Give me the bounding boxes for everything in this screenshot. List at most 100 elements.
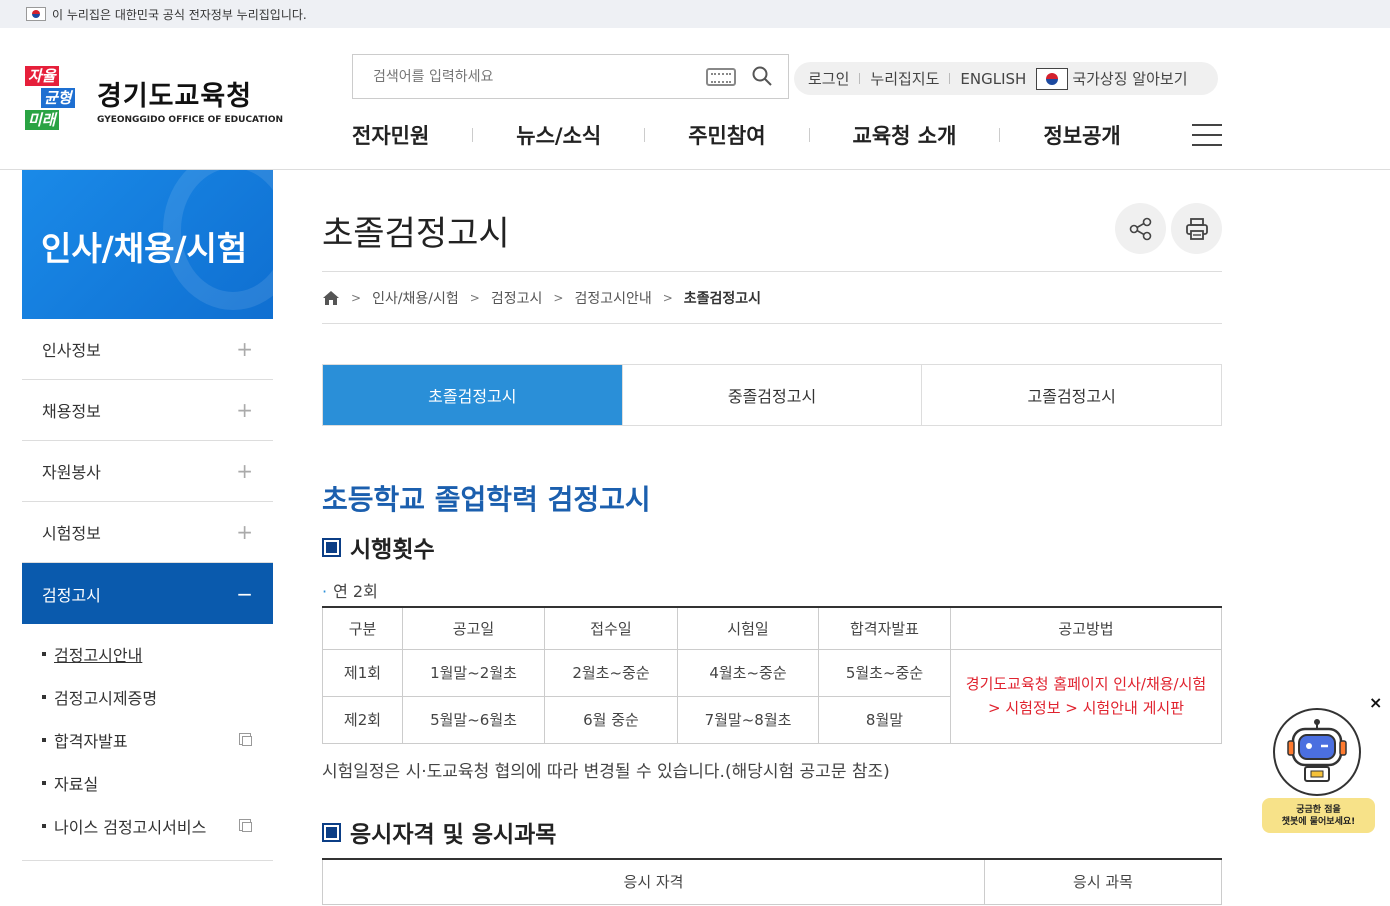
table-cell: 제2회: [322, 695, 403, 744]
exam-tabs: 초졸검정고시 중졸검정고시 고졸검정고시: [322, 364, 1222, 426]
korea-flag-icon: [26, 7, 46, 21]
sitemap-link[interactable]: 누리집지도: [870, 68, 939, 89]
hamburger-menu-icon[interactable]: [1192, 124, 1222, 146]
share-button[interactable]: [1115, 203, 1166, 254]
submenu-label: 검정고시안내: [54, 645, 143, 665]
breadcrumb-item[interactable]: 검정고시: [491, 288, 543, 308]
nav-item-about[interactable]: 교육청 소개: [853, 120, 957, 150]
nav-item-news[interactable]: 뉴스/소식: [516, 120, 601, 150]
submenu-item-guide[interactable]: 검정고시안내: [22, 632, 273, 675]
plus-icon: +: [236, 520, 253, 544]
keyboard-icon[interactable]: [706, 68, 736, 86]
submenu-label: 자료실: [54, 774, 99, 794]
submenu-item-certificate[interactable]: 검정고시제증명: [22, 675, 273, 718]
logo-english: GYEONGGIDO OFFICE OF EDUCATION: [97, 114, 283, 125]
section-heading: 초등학교 졸업학력 검정고시: [322, 483, 651, 516]
table-header-row: 구분 공고일 접수일 시험일 합격자발표 공고방법: [322, 606, 1222, 650]
submenu-item-archive[interactable]: 자료실: [22, 761, 273, 804]
submenu-label: 검정고시제증명: [54, 688, 158, 708]
table-cell: 제1회: [322, 648, 403, 697]
sidebar-item-label: 인사정보: [42, 341, 101, 360]
plus-icon: +: [236, 459, 253, 483]
submenu-item-neis-service[interactable]: 나이스 검정고시서비스: [22, 804, 273, 847]
breadcrumb-item[interactable]: 검정고시안내: [574, 288, 651, 308]
robot-icon: [1273, 708, 1361, 796]
home-icon[interactable]: [322, 290, 340, 306]
submenu-item-results[interactable]: 합격자발표: [22, 718, 273, 761]
search-box: [352, 54, 789, 99]
plus-icon: +: [236, 337, 253, 361]
new-window-icon: [239, 733, 252, 746]
logo-mark-1: 자율: [25, 66, 59, 86]
schedule-note: 시험일정은 시·도교육청 협의에 따라 변경될 수 있습니다.(해당시험 공고문…: [322, 762, 890, 782]
chatbot-message: 궁금한 점을 챗봇에 물어보세요!: [1262, 798, 1375, 833]
column-header: 응시 과목: [984, 858, 1222, 905]
sidebar-header: 인사/채용/시험: [22, 170, 273, 319]
sidebar-item-qualification-exam[interactable]: 검정고시 −: [22, 563, 273, 624]
breadcrumb-current: 초졸검정고시: [683, 290, 762, 307]
sidebar-item-exam-info[interactable]: 시험정보 +: [22, 502, 273, 563]
nav-item-participation[interactable]: 주민참여: [688, 120, 765, 150]
minus-icon: −: [236, 581, 253, 606]
logo-mark-2: 균형: [41, 88, 75, 108]
table-cell: 1월말~2월초: [402, 648, 545, 697]
tab-middle[interactable]: 중졸검정고시: [621, 365, 922, 425]
sidebar-item-label: 채용정보: [42, 402, 101, 421]
submenu-label: 나이스 검정고시서비스: [54, 817, 207, 837]
chatbot-line-2: 챗봇에 물어보세요!: [1281, 817, 1356, 827]
sidebar-submenu: 검정고시안내 검정고시제증명 합격자발표 자료실 나이스 검정고시서비스: [22, 632, 273, 861]
table-cell: 8월말: [818, 695, 951, 744]
english-link[interactable]: ENGLISH: [960, 70, 1026, 88]
table-cell: 5월말~6월초: [402, 695, 545, 744]
gov-banner-text: 이 누리집은 대한민국 공식 전자정부 누리집입니다.: [52, 7, 307, 22]
sidebar-item-recruit[interactable]: 채용정보 +: [22, 380, 273, 441]
page-title: 초졸검정고시: [322, 214, 510, 254]
sidebar-item-volunteer[interactable]: 자원봉사 +: [22, 441, 273, 502]
nav-item-disclosure[interactable]: 정보공개: [1043, 120, 1120, 150]
announcement-method: 경기도교육청 홈페이지 인사/채용/시험 > 시험정보 > 시험안내 게시판: [950, 648, 1222, 744]
new-window-icon: [239, 819, 252, 832]
column-header: 공고일: [402, 606, 545, 650]
national-symbol-link[interactable]: 국가상징 알아보기: [1072, 68, 1187, 89]
sidebar-item-personnel[interactable]: 인사정보 +: [22, 319, 273, 380]
sidebar-menu: 인사정보 + 채용정보 + 자원봉사 + 시험정보 + 검정고시 −: [22, 319, 273, 624]
table-cell: 2월초~중순: [544, 648, 678, 697]
column-header: 응시 자격: [322, 858, 985, 905]
frequency-title: 시행횟수: [322, 530, 435, 564]
sidebar-item-label: 자원봉사: [42, 463, 101, 482]
column-header: 합격자발표: [818, 606, 951, 650]
search-input[interactable]: [373, 68, 703, 85]
plus-icon: +: [236, 398, 253, 422]
qualification-table: 응시 자격 응시 과목: [322, 858, 1222, 905]
submenu-label: 합격자발표: [54, 731, 128, 751]
breadcrumb: > 인사/채용/시험 > 검정고시 > 검정고시안내 > 초졸검정고시: [322, 271, 1222, 324]
column-header: 공고방법: [950, 606, 1222, 650]
share-icon: [1129, 217, 1151, 240]
logo-mark: 자율 균형 미래: [23, 66, 87, 132]
site-logo[interactable]: 자율 균형 미래 경기도교육청 GYEONGGIDO OFFICE OF EDU…: [23, 66, 283, 132]
column-header: 시험일: [677, 606, 819, 650]
national-symbol-flag-icon: [1036, 67, 1069, 90]
chatbot-widget[interactable]: × 궁금한 점을 챗봇에 물어보세요!: [1262, 693, 1382, 835]
table-row: 제1회 1월말~2월초 2월초~중순 4월초~중순 5월초~중순 경기도교육청 …: [322, 648, 1222, 744]
utility-menu: 로그인 누리집지도 ENGLISH 국가상징 알아보기: [794, 62, 1218, 95]
sidebar-item-label: 검정고시: [42, 585, 101, 605]
logo-mark-3: 미래: [25, 110, 59, 130]
nav-item-eminwon[interactable]: 전자민원: [352, 120, 429, 150]
frequency-text: 연 2회: [322, 578, 378, 602]
search-icon[interactable]: [752, 66, 772, 86]
print-icon: [1185, 217, 1208, 240]
print-button[interactable]: [1171, 203, 1222, 254]
table-cell: 7월말~8월초: [677, 695, 819, 744]
breadcrumb-item[interactable]: 인사/채용/시험: [372, 288, 459, 308]
sidebar-item-label: 시험정보: [42, 524, 101, 543]
table-cell: 5월초~중순: [818, 648, 951, 697]
table-cell: 6월 중순: [544, 695, 678, 744]
tab-high[interactable]: 고졸검정고시: [921, 365, 1221, 425]
tab-elementary[interactable]: 초졸검정고시: [323, 365, 622, 425]
logo-name: 경기도교육청: [97, 80, 253, 112]
login-link[interactable]: 로그인: [808, 68, 849, 89]
table-header-row: 응시 자격 응시 과목: [322, 858, 1222, 905]
sidebar-title: 인사/채용/시험: [41, 229, 248, 268]
chatbot-close-icon[interactable]: ×: [1369, 693, 1382, 712]
